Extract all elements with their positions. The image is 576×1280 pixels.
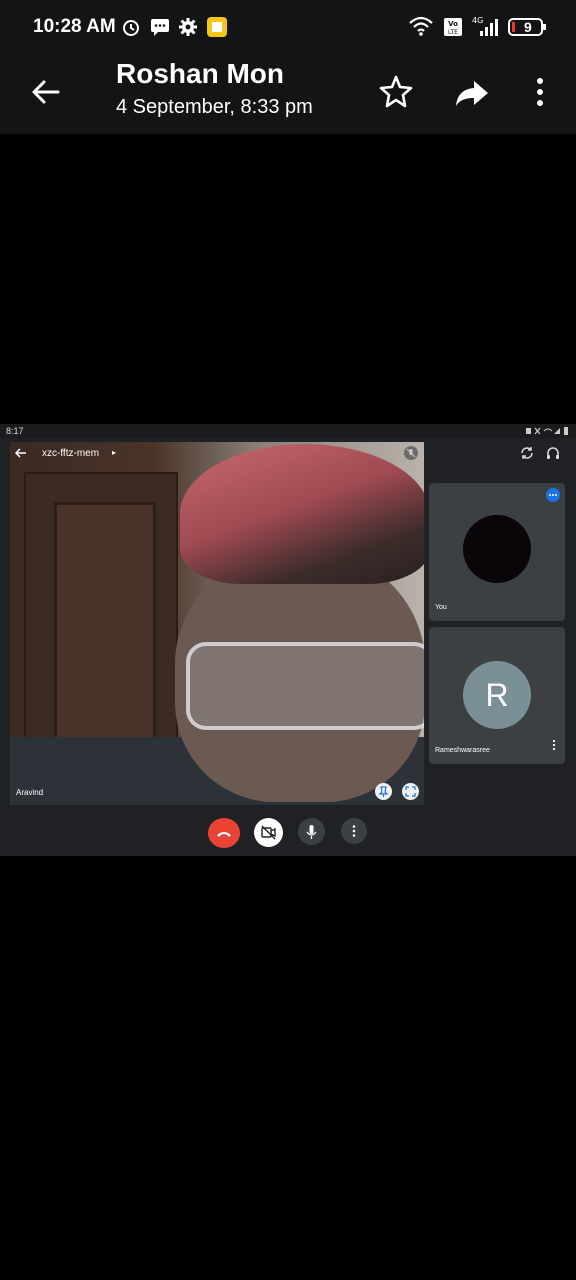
forward-button[interactable] xyxy=(452,72,492,112)
forward-arrow-icon xyxy=(456,81,488,106)
volte-icon: Vo LTE xyxy=(443,17,463,42)
switch-camera-button[interactable] xyxy=(519,445,535,466)
star-button[interactable] xyxy=(376,72,416,112)
chevron-right-icon: ▸ xyxy=(112,448,117,457)
status-time: 10:28 AM xyxy=(33,16,116,37)
inner-status-time: 8:17 xyxy=(6,426,24,436)
main-video-tile[interactable]: xzc-fftz-mem ▸ Aravind xyxy=(10,442,424,805)
back-button[interactable] xyxy=(26,72,66,112)
fullscreen-icon xyxy=(405,786,416,797)
call-end-icon xyxy=(217,832,231,837)
message-icon xyxy=(149,16,171,43)
inner-status-icons xyxy=(526,427,568,435)
alarm-icon xyxy=(120,16,142,43)
signal-icon: 4G xyxy=(470,15,502,44)
settings-gear-icon xyxy=(177,16,199,43)
arrow-back-icon xyxy=(32,80,60,104)
camera-toggle-button[interactable] xyxy=(254,818,283,847)
participant-tile[interactable]: R Rameshwarasree xyxy=(429,627,565,764)
arrow-back-icon xyxy=(14,448,26,458)
svg-text:4G: 4G xyxy=(472,16,483,25)
image-viewer-header: Roshan Mon 4 September, 8:33 pm xyxy=(0,56,576,134)
participant-name: Rameshwarasree xyxy=(435,747,490,754)
battery-level: 9 xyxy=(524,19,532,35)
call-more-options-button[interactable] xyxy=(341,818,367,844)
switch-camera-icon xyxy=(521,447,533,459)
self-camera-preview xyxy=(463,515,531,583)
star-icon xyxy=(379,75,413,108)
wifi-icon xyxy=(408,15,434,42)
avatar: R xyxy=(463,661,531,729)
self-video-tile[interactable]: You xyxy=(429,483,565,621)
pin-icon xyxy=(378,786,389,797)
videocam-off-icon xyxy=(261,825,276,840)
more-vert-icon xyxy=(537,78,543,106)
participant-more-button[interactable] xyxy=(551,738,557,756)
more-options-badge[interactable] xyxy=(546,488,560,502)
background-wardrobe xyxy=(24,472,178,776)
audio-output-button[interactable] xyxy=(545,445,561,466)
svg-text:LTE: LTE xyxy=(448,29,458,36)
status-bar: 10:28 AM Vo LTE 4G 9 xyxy=(0,0,576,56)
participant-name-self: You xyxy=(435,604,447,611)
meet-screenshot-image: 8:17 xzc-fftz-mem ▸ Aravind You R Ramesh… xyxy=(0,424,576,856)
mic-icon xyxy=(306,825,317,839)
video-person-goggles xyxy=(186,642,424,730)
mic-off-badge xyxy=(404,446,418,460)
inner-status-bar: 8:17 xyxy=(0,424,576,438)
more-options-button[interactable] xyxy=(520,72,560,112)
end-call-button[interactable] xyxy=(208,818,240,848)
headphones-icon xyxy=(547,447,559,459)
more-horiz-icon xyxy=(549,494,557,496)
participant-name-main: Aravind xyxy=(16,788,44,797)
meet-back-button[interactable] xyxy=(14,446,28,465)
meeting-code[interactable]: xzc-fftz-mem xyxy=(42,448,99,459)
video-person-cap xyxy=(180,444,424,584)
microphone-button[interactable] xyxy=(298,818,325,845)
more-vert-icon xyxy=(552,739,556,751)
notes-app-icon xyxy=(206,16,228,43)
sent-date: 4 September, 8:33 pm xyxy=(116,96,313,118)
contact-name: Roshan Mon xyxy=(116,58,284,89)
mic-off-icon xyxy=(406,448,416,458)
fullscreen-button[interactable] xyxy=(402,783,419,800)
svg-text:Vo: Vo xyxy=(448,20,458,28)
pin-button[interactable] xyxy=(375,783,392,800)
more-vert-icon xyxy=(352,825,356,837)
